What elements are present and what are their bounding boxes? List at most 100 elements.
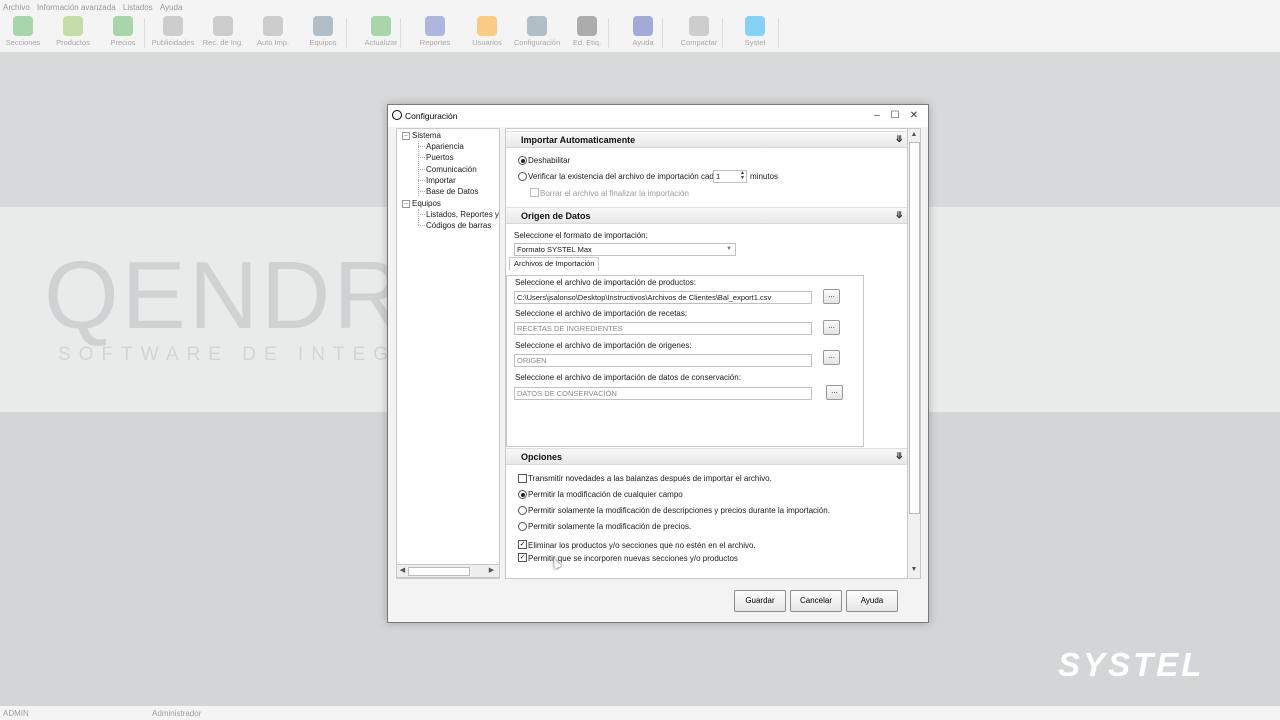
checkbox-transmit[interactable]	[518, 474, 527, 483]
checkbox-allow-new[interactable]: ✓	[518, 553, 527, 562]
radio-allow-desc-label: Permitir solamente la modificación de de…	[528, 506, 830, 515]
tree-horizontal-scrollbar[interactable]: ◀ ▶	[396, 564, 500, 578]
toolbar-button-label: Actualizar	[364, 38, 398, 47]
radio-allow-any[interactable]	[518, 490, 527, 499]
section-header-import-auto[interactable]: Importar Automaticamente ⤋	[506, 131, 908, 148]
products-file-input[interactable]: C:\Users\jsalonso\Desktop\Instructivos\A…	[514, 291, 812, 304]
help-button[interactable]: Ayuda	[846, 590, 898, 612]
spin-arrows-icon[interactable]: ▲ ▼	[740, 171, 745, 181]
toolbar-button-usuarios[interactable]: Usuarios	[462, 16, 512, 47]
browse-origins-button[interactable]: ...	[823, 350, 840, 365]
toolbar-button-label: Auto Imp.	[256, 38, 290, 47]
close-button[interactable]: ✕	[906, 109, 922, 123]
scrollbar-thumb[interactable]	[909, 142, 920, 514]
panel-vertical-scrollbar[interactable]: ▲ ▼	[907, 128, 921, 579]
help-icon	[633, 16, 653, 36]
tree-item-base-de-datos[interactable]: Base de Datos	[426, 187, 478, 196]
dialog-titlebar: Configuración – ☐ ✕	[388, 105, 928, 127]
radio-allow-prices[interactable]	[518, 522, 527, 531]
scroll-left-icon[interactable]: ◀	[398, 566, 407, 575]
origins-file-label: Seleccione el archivo de importación de …	[515, 341, 692, 350]
radio-disable[interactable]	[518, 156, 527, 165]
tree-item-sistema[interactable]: Sistema	[412, 131, 441, 140]
tree-item-comunicacion[interactable]: Comunicación	[426, 165, 477, 174]
radio-check-interval-label: Verificar la existencia del archivo de i…	[528, 172, 719, 181]
section-header-origin[interactable]: Origen de Datos ⤋	[506, 207, 908, 224]
scroll-down-icon[interactable]: ▼	[909, 565, 919, 575]
toolbar-button-label: Ayuda	[632, 38, 654, 47]
tree-item-equipos[interactable]: Equipos	[412, 199, 441, 208]
toolbar-button-auto-imp[interactable]: Auto Imp.	[248, 16, 298, 47]
toolbar-button-rec-de-ing[interactable]: Rec. de Ing.	[198, 16, 248, 47]
toolbar-button-secciones[interactable]: Secciones	[0, 16, 48, 47]
browse-recipes-button[interactable]: ...	[823, 320, 840, 335]
scroll-right-icon[interactable]: ▶	[487, 566, 496, 575]
toolbar-button-compactar[interactable]: Compactar	[674, 16, 724, 47]
tab-import-files[interactable]: Archivos de Importación	[509, 257, 600, 271]
status-bar: ADMIN Administrador	[0, 706, 1280, 720]
systel-logo: SYSTEL	[1058, 646, 1205, 683]
maximize-button[interactable]: ☐	[887, 109, 903, 123]
checkbox-delete-missing[interactable]: ✓	[518, 540, 527, 549]
products-icon	[63, 16, 83, 36]
collapse-icon[interactable]: –	[402, 132, 410, 140]
section-header-options[interactable]: Opciones ⤋	[506, 448, 908, 465]
toolbar-button-systel[interactable]: Systel	[730, 16, 780, 47]
collapse-chevron-icon[interactable]: ⤋	[895, 134, 903, 145]
minutes-spinner[interactable]: 1 ▲ ▼	[713, 170, 747, 183]
menu-ayuda[interactable]: Ayuda	[157, 0, 185, 12]
tree-item-codigos-de-barras[interactable]: Códigos de barras	[426, 221, 491, 230]
menu-informacion-avanzada[interactable]: Información avanzada	[34, 0, 118, 12]
format-select-value: Formato SYSTEL Max	[517, 245, 592, 254]
save-button[interactable]: Guardar	[734, 590, 786, 612]
minimize-button[interactable]: –	[869, 109, 885, 123]
toolbar-button-precios[interactable]: Precios	[98, 16, 148, 47]
format-label: Seleccione el formato de importación:	[514, 231, 648, 240]
origins-file-input[interactable]: ORIGEN	[514, 354, 812, 367]
scrollbar-thumb[interactable]	[408, 567, 470, 576]
settings-panel: Importar Automaticamente ⤋ Deshabilitar …	[505, 128, 909, 579]
toolbar-button-ed-etiq[interactable]: Ed. Etiq.	[562, 16, 612, 47]
cancel-button[interactable]: Cancelar	[790, 590, 842, 612]
collapse-icon[interactable]: –	[402, 200, 410, 208]
radio-check-interval[interactable]	[518, 172, 527, 181]
toolbar-separator	[608, 18, 609, 48]
menu-archivo[interactable]: Archivo	[0, 0, 32, 12]
radio-allow-desc[interactable]	[518, 506, 527, 515]
radio-allow-prices-label: Permitir solamente la modificación de pr…	[528, 522, 692, 531]
devices-icon	[313, 16, 333, 36]
toolbar-button-label: Equipos	[309, 38, 337, 47]
toolbar-button-reportes[interactable]: Reportes	[410, 16, 460, 47]
browse-conservation-button[interactable]: ...	[826, 385, 843, 400]
toolbar-button-publicidades[interactable]: Publicidades	[148, 16, 198, 47]
menu-listados[interactable]: Listados	[120, 0, 155, 12]
toolbar-button-equipos[interactable]: Equipos	[298, 16, 348, 47]
tree-item-importar[interactable]: Importar	[426, 176, 456, 185]
toolbar-button-actualizar[interactable]: Actualizar	[356, 16, 406, 47]
browse-products-button[interactable]: ...	[823, 289, 840, 304]
compact-icon	[689, 16, 709, 36]
toolbar-button-label: Configuración	[513, 38, 561, 47]
recipe-icon	[213, 16, 233, 36]
settings-tree: – Sistema Apariencia Puertos Comunicació…	[396, 128, 500, 579]
toolbar-button-label: Precios	[110, 38, 136, 47]
ads-icon	[163, 16, 183, 36]
status-user: ADMIN	[3, 709, 29, 718]
toolbar-button-configuraci-n[interactable]: Configuración	[512, 16, 562, 47]
tree-item-listados-reportes[interactable]: Listados, Reportes y C	[426, 210, 499, 219]
update-icon	[371, 16, 391, 36]
chevron-down-icon[interactable]: ▼	[726, 244, 732, 255]
recipes-file-input[interactable]: RECETAS DE INGREDIENTES	[514, 322, 812, 335]
collapse-chevron-icon[interactable]: ⤋	[895, 451, 903, 462]
conservation-file-input[interactable]: DATOS DE CONSERVACIÓN	[514, 387, 812, 400]
toolbar-button-ayuda[interactable]: Ayuda	[618, 16, 668, 47]
checkbox-delete-after[interactable]	[530, 188, 539, 197]
radio-disable-label: Deshabilitar	[528, 156, 571, 165]
toolbar-button-productos[interactable]: Productos	[48, 16, 98, 47]
tree-item-apariencia[interactable]: Apariencia	[426, 142, 464, 151]
collapse-chevron-icon[interactable]: ⤋	[895, 210, 903, 221]
reports-icon	[425, 16, 445, 36]
tree-item-puertos[interactable]: Puertos	[426, 153, 454, 162]
format-select[interactable]: Formato SYSTEL Max ▼	[514, 243, 736, 256]
scroll-up-icon[interactable]: ▲	[909, 130, 919, 140]
